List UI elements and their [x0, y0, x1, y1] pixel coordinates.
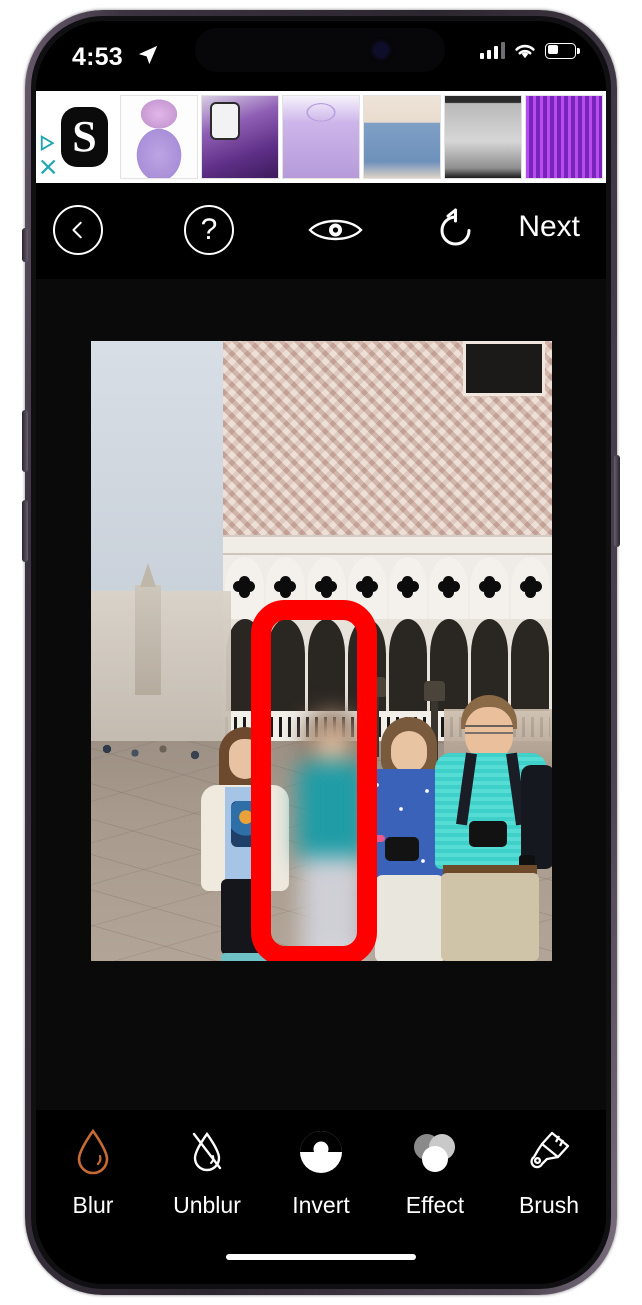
ad-product-thumb[interactable]	[201, 95, 279, 179]
tool-label: Brush	[518, 1192, 580, 1218]
photo-preview[interactable]	[91, 341, 552, 961]
blur-selection-rectangle[interactable]	[251, 600, 377, 961]
next-button[interactable]: Next	[518, 210, 580, 244]
tool-effect[interactable]: Effect	[378, 1124, 492, 1219]
status-bar-time: 4:53	[72, 43, 123, 71]
ad-product-thumb[interactable]	[444, 95, 522, 179]
clock-tower	[135, 585, 161, 695]
editor-canvas[interactable]	[36, 279, 606, 1110]
help-button[interactable]: ?	[184, 205, 234, 255]
tool-invert[interactable]: Invert	[264, 1124, 378, 1219]
chevron-left-icon	[72, 221, 82, 239]
tool-label: Unblur	[173, 1192, 241, 1218]
power-button[interactable]	[614, 455, 620, 547]
palace-window	[463, 341, 545, 396]
tool-blur[interactable]: Blur	[36, 1124, 150, 1219]
ad-product-thumb[interactable]	[282, 95, 360, 179]
palace-cornice	[223, 535, 552, 555]
tool-label: Effect	[405, 1192, 465, 1218]
advertiser-logo[interactable]: S	[61, 107, 108, 167]
volume-down-button[interactable]	[22, 410, 28, 472]
status-bar-indicators	[479, 41, 580, 60]
mute-switch-button[interactable]	[22, 228, 28, 262]
invert-circle-icon	[298, 1124, 344, 1180]
ad-product-thumb[interactable]	[363, 95, 441, 179]
back-button[interactable]	[53, 205, 103, 255]
location-arrow-icon	[138, 45, 158, 65]
ad-product-list[interactable]	[120, 95, 603, 179]
tool-list: Blur Unblur Invert Effect Brush	[36, 1124, 606, 1219]
front-camera	[374, 43, 388, 57]
tool-label: Invert	[292, 1192, 350, 1218]
signal-bars-icon	[479, 42, 505, 59]
paintbrush-icon	[525, 1124, 573, 1180]
volume-up-button[interactable]	[22, 500, 28, 562]
eye-icon[interactable]	[308, 216, 363, 244]
droplet-icon	[75, 1124, 111, 1180]
status-bar: 4:53	[36, 21, 606, 91]
ad-product-thumb[interactable]	[120, 95, 198, 179]
tool-label: Blur	[72, 1192, 114, 1218]
ad-banner[interactable]: S	[36, 91, 606, 183]
battery-icon	[545, 42, 580, 59]
undo-arrow-icon[interactable]	[432, 207, 479, 254]
person-right	[435, 695, 552, 961]
palace-facade	[223, 341, 552, 535]
ad-product-thumb[interactable]	[525, 95, 603, 179]
adchoices-icon[interactable]	[39, 131, 61, 179]
tool-unblur[interactable]: Unblur	[150, 1124, 264, 1219]
home-indicator[interactable]	[226, 1254, 416, 1260]
phone-screen: 4:53 S ? Next Blur Unblur Invert Effect …	[36, 21, 606, 1284]
editor-top-toolbar: ? Next	[36, 183, 606, 279]
dynamic-island	[195, 28, 445, 72]
overlapping-circles-icon	[410, 1124, 460, 1180]
tool-brush[interactable]: Brush	[492, 1124, 606, 1219]
help-label: ?	[200, 213, 218, 246]
screenshot-root: 4:53 S ? Next Blur Unblur Invert Effect …	[0, 0, 642, 1305]
bottom-toolbar: Blur Unblur Invert Effect Brush	[36, 1110, 606, 1284]
droplet-slash-icon	[189, 1124, 225, 1180]
wifi-icon	[515, 44, 535, 59]
